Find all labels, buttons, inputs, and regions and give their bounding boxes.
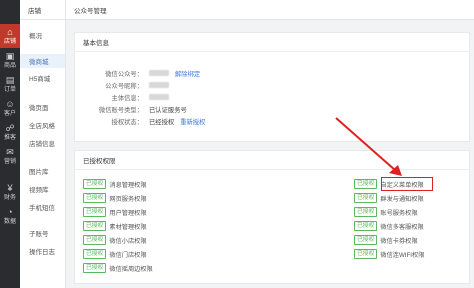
permission-label: 微信多客服权限 bbox=[380, 223, 424, 231]
authorized-badge: 已授权 bbox=[83, 235, 107, 245]
nav-item-orders[interactable]: ▤ 订单 bbox=[0, 72, 20, 96]
nav-label: 财务 bbox=[3, 194, 16, 201]
sub-nav-item-microstore[interactable]: 微商城 bbox=[20, 54, 65, 68]
page-title: 公众号管理 bbox=[74, 7, 107, 15]
sub-nav-item-image-library[interactable]: 图片库 bbox=[20, 164, 65, 178]
account-type-value: 已认证服务号 bbox=[149, 106, 187, 114]
nav-item-store[interactable]: ⌂ 店铺 bbox=[0, 24, 20, 48]
authorized-badge: 已授权 bbox=[83, 193, 107, 203]
sub-nav-item-micropage[interactable]: 微页面 bbox=[20, 100, 65, 114]
permission-item: 已授权 微信卡券权限 bbox=[354, 235, 418, 245]
permission-label: 账号服务权限 bbox=[380, 209, 418, 217]
home-icon: ⌂ bbox=[7, 26, 13, 37]
unbind-link[interactable]: 解除绑定 bbox=[175, 69, 200, 78]
info-label: 主体信息： bbox=[111, 94, 143, 102]
sub-nav-item-store-info[interactable]: 店铺信息 bbox=[20, 136, 65, 150]
authorized-badge: 已授权 bbox=[354, 235, 378, 245]
permission-item: 已授权 消息管理权限 bbox=[83, 179, 147, 189]
order-icon: ▤ bbox=[5, 74, 15, 85]
sub-nav-item-overview[interactable]: 概况 bbox=[20, 28, 65, 42]
authorized-badge: 已授权 bbox=[83, 263, 107, 273]
auth-status-value: 已经授权 bbox=[149, 118, 175, 126]
permission-label: 网页服务权限 bbox=[109, 195, 147, 203]
permission-item: 已授权 微信摇周边权限 bbox=[83, 263, 153, 273]
permissions-title: 已授权权限 bbox=[75, 151, 469, 170]
info-label: 授权状态： bbox=[111, 118, 143, 126]
nav-item-goods[interactable]: ▣ 商品 bbox=[0, 48, 20, 72]
sub-nav-item-sms[interactable]: 手机短信 bbox=[20, 200, 65, 214]
authorized-badge: 已授权 bbox=[83, 221, 107, 231]
info-row-account: 微信公众号： 解除绑定 bbox=[75, 67, 200, 79]
gift-icon: ✉ bbox=[6, 146, 14, 157]
nav-label: 数据 bbox=[3, 218, 16, 225]
info-row-entity: 主体信息： bbox=[75, 91, 169, 103]
authorized-badge: 已授权 bbox=[83, 249, 107, 259]
permission-item: 已授权 账号服务权限 bbox=[354, 207, 418, 217]
permission-label: 微信门店权限 bbox=[109, 251, 147, 259]
nav-label: 营销 bbox=[3, 158, 16, 165]
main-nav: ⌂ 店铺 ▣ 商品 ▤ 订单 ☺ 客户 ☍ 推客 ✉ 营销 ¥ 财务 ◔ 数据 bbox=[0, 0, 20, 288]
sub-nav-item-operation-log[interactable]: 操作日志 bbox=[20, 244, 65, 258]
info-label: 公众号昵称： bbox=[105, 82, 143, 90]
page-header: 公众号管理 bbox=[66, 0, 474, 20]
authorized-badge: 已授权 bbox=[83, 207, 107, 217]
authorized-badge: 已授权 bbox=[354, 221, 378, 231]
permission-label: 微信卡券权限 bbox=[380, 237, 418, 245]
sub-nav: 店铺 概况 微商城 H5商城 微页面 全店风格 店铺信息 图片库 视频库 手机短… bbox=[20, 0, 66, 288]
reauthorize-link[interactable]: 重新授权 bbox=[180, 117, 205, 126]
permission-label: 素材管理权限 bbox=[109, 223, 147, 231]
authorized-badge: 已授权 bbox=[354, 179, 378, 189]
permission-item: 已授权 微信小店权限 bbox=[83, 235, 147, 245]
user-icon: ☺ bbox=[5, 98, 15, 109]
chart-icon: ◔ bbox=[7, 206, 13, 217]
nav-label: 订单 bbox=[3, 86, 16, 93]
permission-item: 已授权 微信连WIFI权限 bbox=[354, 249, 424, 259]
permission-item: 已授权 素材管理权限 bbox=[83, 221, 147, 231]
info-row-nickname: 公众号昵称： bbox=[75, 79, 169, 91]
permission-item: 已授权 网页服务权限 bbox=[83, 193, 147, 203]
nav-item-finance[interactable]: ¥ 财务 bbox=[0, 180, 20, 204]
nav-label: 商品 bbox=[3, 62, 16, 69]
permission-item: 已授权 用户管理权限 bbox=[83, 207, 147, 217]
basic-info-title: 基本信息 bbox=[75, 33, 469, 52]
sub-nav-item-store-style[interactable]: 全店风格 bbox=[20, 118, 65, 132]
info-label: 微信账号类型： bbox=[98, 106, 143, 114]
share-icon: ☍ bbox=[5, 122, 15, 133]
permission-item: 已授权 群发与通知权限 bbox=[354, 193, 424, 203]
blurred-value bbox=[149, 70, 169, 76]
authorized-badge: 已授权 bbox=[354, 207, 378, 217]
sub-nav-item-h5store[interactable]: H5商城 bbox=[20, 71, 65, 85]
authorized-badge: 已授权 bbox=[83, 179, 107, 189]
finance-icon: ¥ bbox=[7, 182, 13, 193]
permission-label: 消息管理权限 bbox=[109, 181, 147, 189]
info-label: 微信公众号： bbox=[105, 70, 143, 78]
nav-item-data[interactable]: ◔ 数据 bbox=[0, 204, 20, 228]
nav-item-marketing[interactable]: ✉ 营销 bbox=[0, 144, 20, 168]
nav-label: 客户 bbox=[3, 110, 16, 117]
blurred-value bbox=[149, 82, 169, 88]
blurred-value bbox=[149, 94, 169, 100]
permission-label: 用户管理权限 bbox=[109, 209, 147, 217]
nav-label: 推客 bbox=[3, 134, 16, 141]
permission-label: 微信连WIFI权限 bbox=[380, 251, 425, 259]
info-row-auth-status: 授权状态： 已经授权 重新授权 bbox=[75, 115, 206, 127]
permission-item: 已授权 微信多客服权限 bbox=[354, 221, 424, 231]
permission-label: 群发与通知权限 bbox=[380, 195, 424, 203]
sub-nav-item-video-library[interactable]: 视频库 bbox=[20, 182, 65, 196]
nav-label: 店铺 bbox=[3, 38, 16, 45]
permission-label: 微信小店权限 bbox=[109, 237, 147, 245]
authorized-badge: 已授权 bbox=[354, 249, 378, 259]
basic-info-card: 基本信息 微信公众号： 解除绑定 公众号昵称： 主体信息： 微信账号类型： 已认… bbox=[74, 32, 470, 142]
box-icon: ▣ bbox=[5, 50, 15, 61]
nav-item-promoters[interactable]: ☍ 推客 bbox=[0, 120, 20, 144]
info-row-account-type: 微信账号类型： 已认证服务号 bbox=[75, 103, 187, 115]
permission-label: 微信摇周边权限 bbox=[109, 265, 153, 273]
nav-item-customers[interactable]: ☺ 客户 bbox=[0, 96, 20, 120]
permission-item: 已授权 微信门店权限 bbox=[83, 249, 147, 259]
sub-nav-item-sub-accounts[interactable]: 子账号 bbox=[20, 226, 65, 240]
authorized-badge: 已授权 bbox=[354, 193, 378, 203]
highlight-box bbox=[381, 177, 433, 191]
sub-nav-header: 店铺 bbox=[20, 0, 65, 20]
